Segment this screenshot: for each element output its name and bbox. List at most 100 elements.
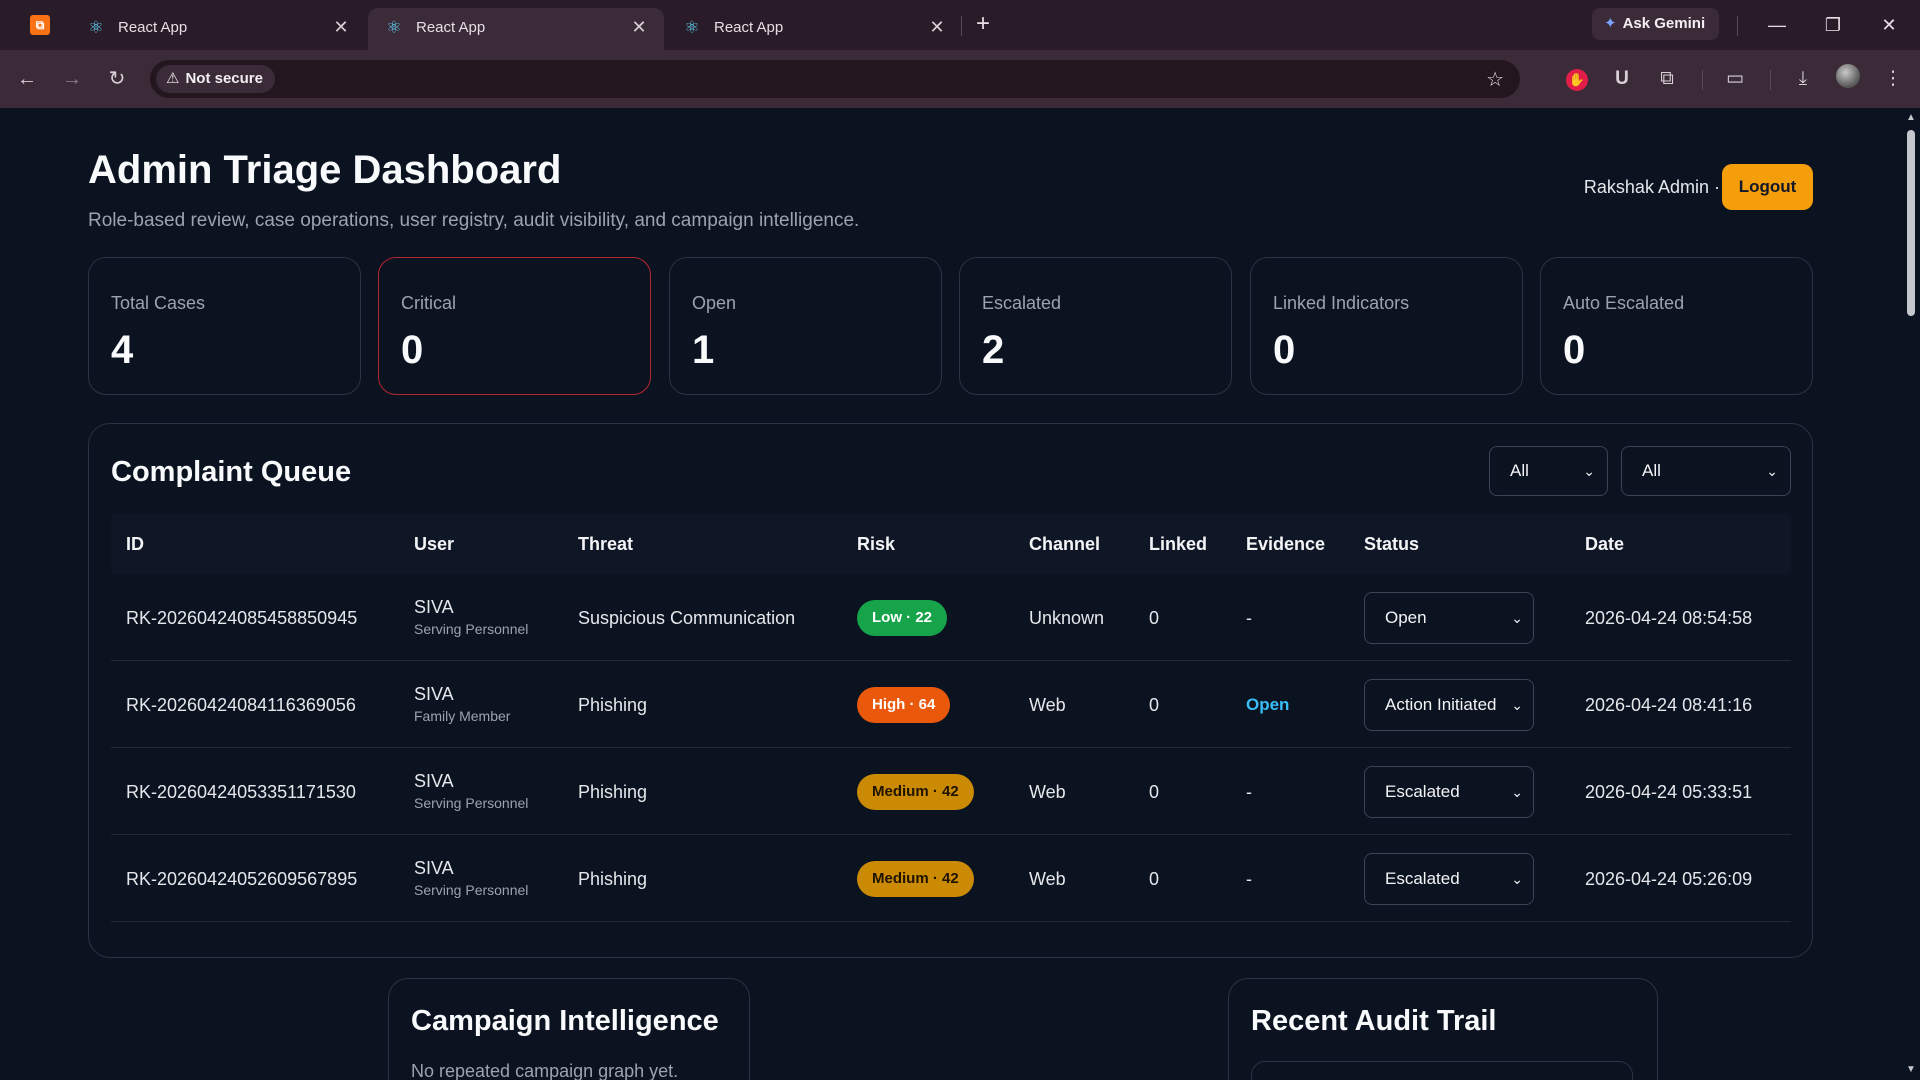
chevron-down-icon: ⌄ xyxy=(1511,697,1523,713)
restore-window-icon[interactable]: ❐ xyxy=(1818,10,1848,40)
column-header-channel[interactable]: Channel xyxy=(1029,534,1100,555)
close-icon[interactable]: ✕ xyxy=(330,16,352,38)
case-threat: Phishing xyxy=(578,695,648,715)
chevron-down-icon: ⌄ xyxy=(1511,784,1523,800)
ask-gemini-label: Ask Gemini xyxy=(1622,15,1706,32)
browser-tab[interactable]: ⚛ React App ✕ xyxy=(666,8,962,50)
column-header-evidence[interactable]: Evidence xyxy=(1246,534,1325,555)
case-date: 2026-04-24 08:41:16 xyxy=(1585,695,1753,715)
extension-shield-icon[interactable]: ✋ xyxy=(1562,64,1592,94)
case-channel: Web xyxy=(1029,782,1066,802)
tab-title: React App xyxy=(118,19,188,36)
new-tab-plus-icon[interactable]: + xyxy=(970,11,996,37)
case-channel: Unknown xyxy=(1029,608,1105,628)
logout-button[interactable]: Logout xyxy=(1722,164,1813,210)
case-linked: 0 xyxy=(1149,782,1160,802)
react-logo-icon: ⚛ xyxy=(88,18,104,37)
table-row[interactable]: RK-20260424085458850945 SIVA Serving Per… xyxy=(111,574,1791,661)
stat-card-escalated: Escalated 2 xyxy=(959,257,1232,395)
risk-badge: Low · 22 xyxy=(857,600,948,636)
status-select[interactable]: Escalated ⌄ xyxy=(1364,766,1534,818)
address-bar[interactable]: ⚠ Not secure ☆ xyxy=(150,60,1520,98)
case-linked: 0 xyxy=(1149,695,1160,715)
scroll-up-arrow-icon[interactable]: ▲ xyxy=(1905,112,1917,123)
scrollbar-thumb[interactable] xyxy=(1907,130,1915,316)
app-launcher-icon[interactable]: ⧉ xyxy=(30,15,50,35)
table-row[interactable]: RK-20260424084116369056 SIVA Family Memb… xyxy=(111,661,1791,748)
close-icon[interactable]: ✕ xyxy=(628,16,650,38)
audit-trail-title: Recent Audit Trail xyxy=(1251,1005,1497,1037)
browser-tab-active[interactable]: ⚛ React App ✕ xyxy=(368,8,664,50)
case-evidence: - xyxy=(1246,782,1252,802)
case-user: SIVA Serving Personnel xyxy=(414,771,528,811)
user-role: Serving Personnel xyxy=(414,795,529,811)
stat-value: 2 xyxy=(982,328,1005,372)
extension-u-icon[interactable]: U xyxy=(1607,64,1637,94)
stat-value: 4 xyxy=(111,328,134,372)
column-header-threat[interactable]: Threat xyxy=(578,534,633,555)
stat-value: 0 xyxy=(401,328,424,372)
close-icon[interactable]: ✕ xyxy=(926,16,948,38)
status-select-value: Action Initiated xyxy=(1385,695,1497,714)
toolbar-divider xyxy=(1702,70,1703,90)
table-header: ID User Threat Risk Channel Linked Evide… xyxy=(111,514,1791,574)
tab-title: React App xyxy=(416,19,486,36)
status-select[interactable]: Open ⌄ xyxy=(1364,592,1534,644)
column-header-status[interactable]: Status xyxy=(1364,534,1419,555)
filter-select-value: All xyxy=(1642,461,1661,480)
case-date: 2026-04-24 05:26:09 xyxy=(1585,869,1753,889)
case-threat: Phishing xyxy=(578,869,648,889)
bookmark-star-icon[interactable]: ☆ xyxy=(1486,67,1504,92)
stat-card-total-cases: Total Cases 4 xyxy=(88,257,361,395)
profile-avatar[interactable] xyxy=(1833,64,1863,94)
close-window-icon[interactable]: ✕ xyxy=(1874,10,1904,40)
browser-toolbar: ← → ↻ ⚠ Not secure ☆ ✋ U ⧉ ▭ ⤓ ⋮ xyxy=(0,50,1920,108)
chevron-down-icon: ⌄ xyxy=(1766,463,1778,479)
back-arrow-icon[interactable]: ← xyxy=(12,64,42,94)
user-name: SIVA xyxy=(414,771,454,791)
filter-select-1[interactable]: All ⌄ xyxy=(1489,446,1608,496)
page-content: Admin Triage Dashboard Role-based review… xyxy=(0,108,1902,1080)
cast-search-icon[interactable]: ▭ xyxy=(1720,64,1750,94)
audit-entry xyxy=(1251,1061,1633,1080)
minimize-icon[interactable]: — xyxy=(1762,10,1792,40)
kebab-menu-icon[interactable]: ⋮ xyxy=(1878,64,1908,94)
scroll-down-arrow-icon[interactable]: ▼ xyxy=(1905,1064,1917,1075)
ask-gemini-button[interactable]: ✦ Ask Gemini xyxy=(1592,8,1720,40)
page-title: Admin Triage Dashboard xyxy=(88,148,562,192)
table-row[interactable]: RK-20260424053351171530 SIVA Serving Per… xyxy=(111,748,1791,835)
case-id: RK-20260424085458850945 xyxy=(126,608,358,628)
stat-label: Linked Indicators xyxy=(1273,293,1410,313)
browser-tab[interactable]: ⚛ React App ✕ xyxy=(70,8,366,50)
warning-triangle-icon: ⚠ xyxy=(166,70,180,87)
stat-card-critical: Critical 0 xyxy=(378,257,651,395)
forward-arrow-icon[interactable]: → xyxy=(57,64,87,94)
case-channel: Web xyxy=(1029,869,1066,889)
column-header-date[interactable]: Date xyxy=(1585,534,1624,555)
status-select[interactable]: Action Initiated ⌄ xyxy=(1364,679,1534,731)
status-select[interactable]: Escalated ⌄ xyxy=(1364,853,1534,905)
download-icon[interactable]: ⤓ xyxy=(1788,64,1818,94)
column-header-linked[interactable]: Linked xyxy=(1149,534,1207,555)
security-indicator[interactable]: ⚠ Not secure xyxy=(156,65,275,93)
page-scrollbar[interactable]: ▲ ▼ xyxy=(1902,108,1920,1080)
status-select-value: Open xyxy=(1385,608,1427,627)
column-header-user[interactable]: User xyxy=(414,534,454,555)
evidence-open-link[interactable]: Open xyxy=(1246,695,1289,715)
chevron-down-icon: ⌄ xyxy=(1511,610,1523,626)
campaign-intelligence-panel: Campaign Intelligence No repeated campai… xyxy=(388,978,750,1080)
column-header-risk[interactable]: Risk xyxy=(857,534,895,555)
reload-icon[interactable]: ↻ xyxy=(102,64,132,94)
case-id: RK-20260424084116369056 xyxy=(126,695,356,715)
table-row[interactable]: RK-20260424052609567895 SIVA Serving Per… xyxy=(111,835,1791,922)
risk-badge: High · 64 xyxy=(857,687,951,723)
filter-select-2[interactable]: All ⌄ xyxy=(1621,446,1791,496)
case-date: 2026-04-24 08:54:58 xyxy=(1585,608,1753,628)
status-select-value: Escalated xyxy=(1385,782,1460,801)
browser-tab-bar: ⧉ ⚛ React App ✕ ⚛ React App ✕ ⚛ React Ap… xyxy=(0,0,1920,50)
filter-select-value: All xyxy=(1510,461,1529,480)
stat-value: 1 xyxy=(692,328,715,372)
column-header-id[interactable]: ID xyxy=(126,534,144,555)
stat-label: Escalated xyxy=(982,293,1062,313)
extensions-puzzle-icon[interactable]: ⧉ xyxy=(1652,64,1682,94)
